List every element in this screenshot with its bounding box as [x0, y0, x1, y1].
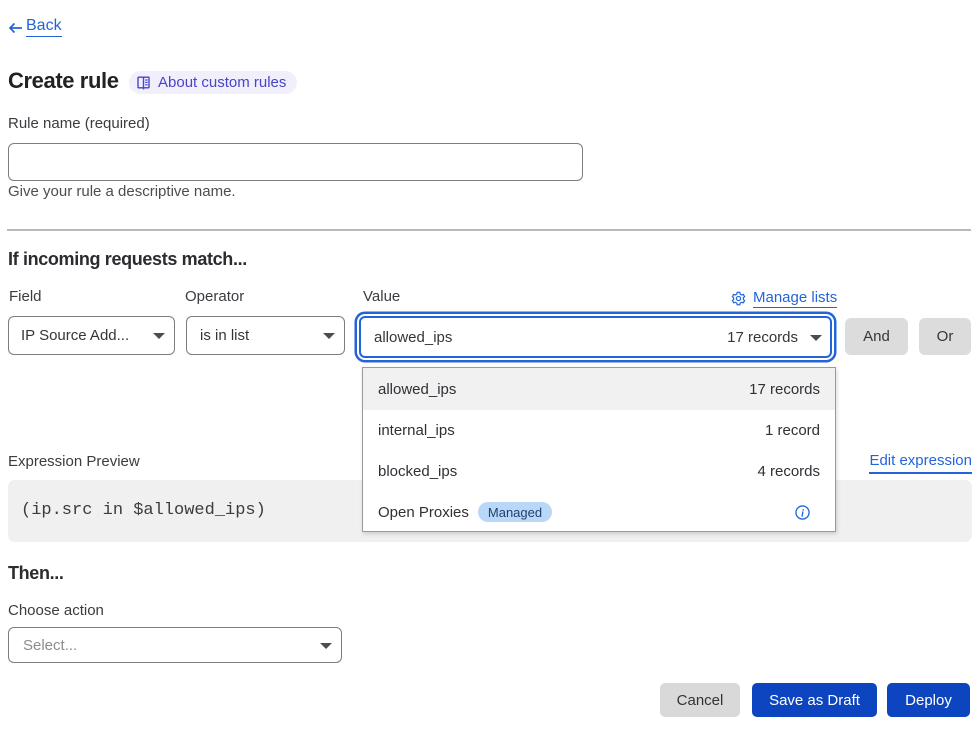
svg-text:i: i: [801, 508, 804, 519]
